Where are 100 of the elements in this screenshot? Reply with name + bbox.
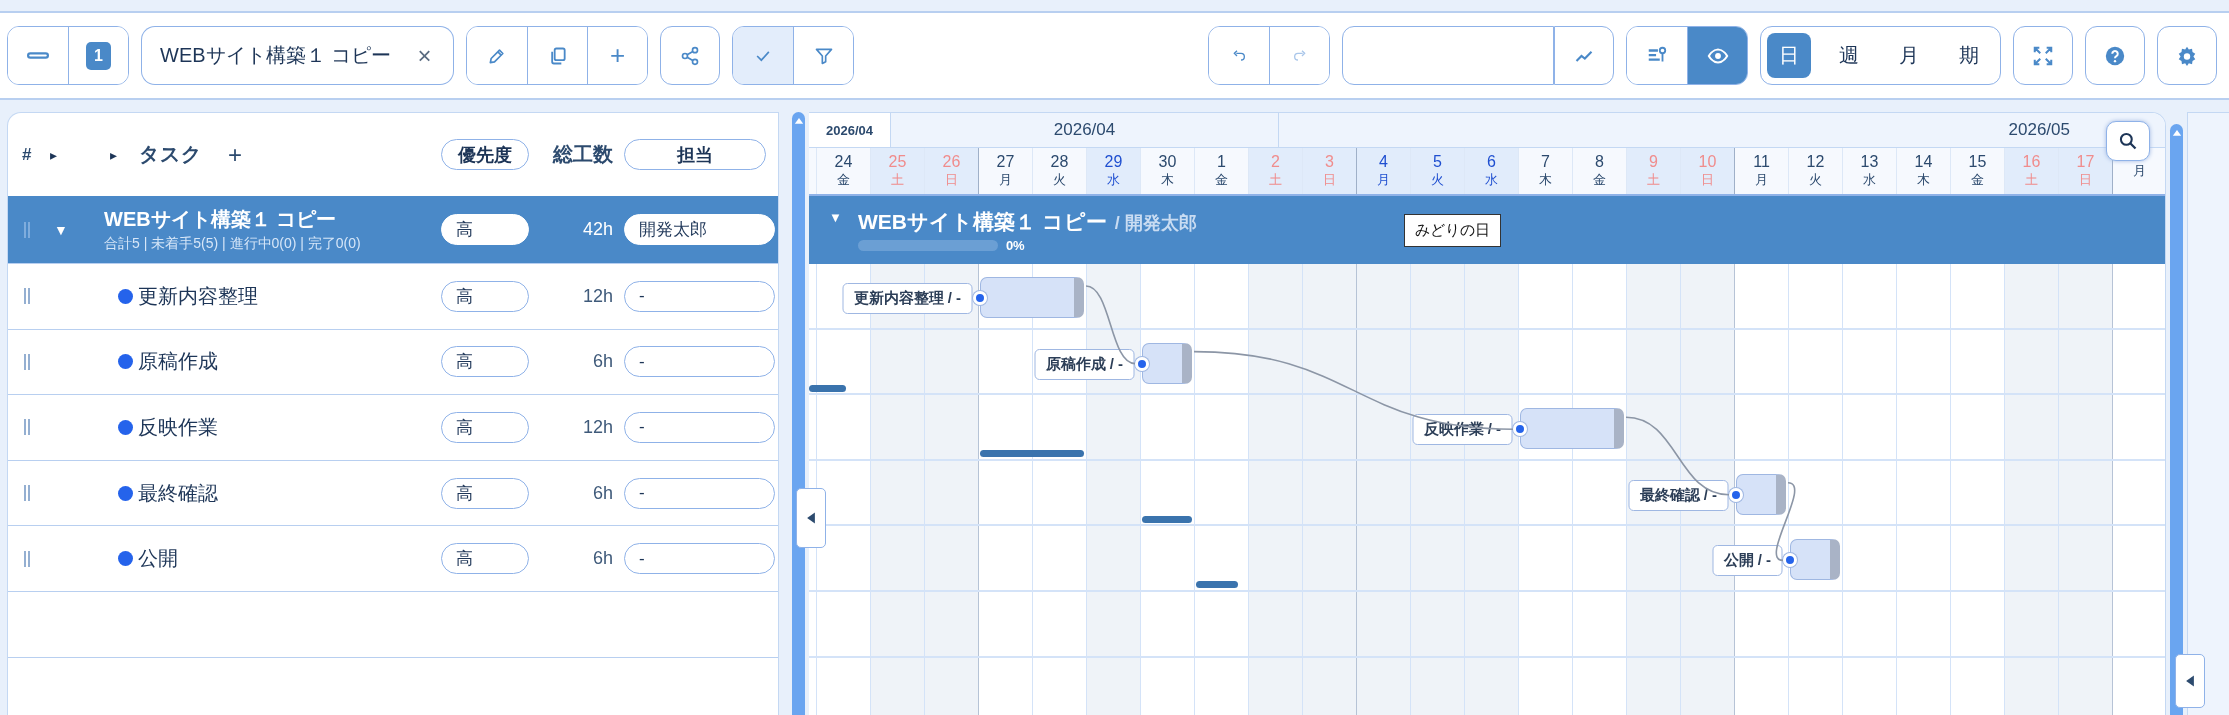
- task-label[interactable]: 更新内容整理 / -: [842, 283, 972, 314]
- scale-tab[interactable]: 日: [1767, 33, 1811, 78]
- weekday-label: 火: [1431, 171, 1444, 189]
- drag-handle-icon: [22, 548, 32, 569]
- add-button[interactable]: +: [587, 27, 647, 84]
- priority-field[interactable]: 高: [441, 280, 529, 312]
- search-button[interactable]: [2106, 121, 2150, 161]
- day-number: 13: [1860, 153, 1879, 171]
- day-number: 28: [1050, 153, 1069, 171]
- priority-field[interactable]: 高: [441, 477, 529, 509]
- day-number: 16: [2022, 153, 2041, 171]
- day-number: 26: [942, 153, 961, 171]
- assignee-field[interactable]: -: [624, 412, 775, 443]
- effort-value: 6h: [592, 482, 613, 504]
- group-title: WEBサイト構築１ コピー: [104, 207, 337, 232]
- expand-all-button[interactable]: ▸: [50, 146, 57, 163]
- task-label[interactable]: 原稿作成 / -: [1034, 348, 1134, 380]
- effort-value: 12h: [582, 285, 613, 307]
- drag-handle-icon: [22, 219, 32, 240]
- day-number: 8: [1595, 153, 1604, 171]
- task-name[interactable]: 最終確認: [138, 479, 218, 507]
- scrollbar[interactable]: [792, 112, 805, 715]
- help-icon: [2104, 44, 2126, 67]
- check-button[interactable]: [733, 27, 793, 84]
- weekday-label: 木: [1539, 171, 1552, 189]
- assignee-field[interactable]: -: [624, 280, 775, 312]
- task-bar[interactable]: [1790, 539, 1840, 581]
- weekday-label: 日: [945, 171, 958, 189]
- day-number: 11: [1753, 153, 1770, 171]
- effort-value: 6h: [592, 548, 613, 570]
- baseline-bar: [1196, 581, 1238, 589]
- effort-value: 42h: [582, 219, 613, 240]
- weekday-label: 土: [2025, 171, 2038, 189]
- sort-button[interactable]: 担当: [624, 139, 766, 170]
- priority-field[interactable]: 高: [441, 412, 529, 443]
- collapse-toggle[interactable]: ▼: [829, 210, 842, 225]
- task-label[interactable]: 公開 / -: [1712, 545, 1782, 577]
- column-heading: タスク: [139, 142, 202, 167]
- priority-field[interactable]: 高: [441, 543, 529, 575]
- task-bar[interactable]: [1142, 342, 1192, 384]
- add-task-button[interactable]: +: [228, 140, 242, 169]
- filter-button[interactable]: [793, 27, 853, 84]
- task-bar[interactable]: [1520, 408, 1624, 450]
- expand-button[interactable]: ▸: [110, 146, 117, 163]
- weekday-label: 土: [1647, 171, 1660, 189]
- link-handle[interactable]: [1783, 553, 1797, 568]
- priority-field[interactable]: 高: [441, 346, 529, 378]
- fullscreen-button[interactable]: [2013, 26, 2073, 85]
- day-number: 25: [888, 153, 907, 171]
- task-name[interactable]: 更新内容整理: [138, 282, 258, 310]
- view-toggle-button[interactable]: [1687, 27, 1747, 84]
- day-number: 2: [1271, 153, 1280, 171]
- link-handle[interactable]: [973, 291, 987, 305]
- link-handle[interactable]: [1513, 422, 1527, 437]
- settings-button[interactable]: [2157, 26, 2217, 85]
- page-number-badge: 1: [86, 41, 111, 70]
- task-name[interactable]: 原稿作成: [138, 348, 218, 376]
- day-number: 7: [1541, 153, 1550, 171]
- month-label: 2026/05: [2008, 120, 2070, 140]
- task-bar[interactable]: [1736, 473, 1786, 515]
- assignee-field[interactable]: -: [624, 543, 775, 575]
- link-handle[interactable]: [1135, 356, 1149, 371]
- day-number: 30: [1158, 153, 1177, 171]
- day-number: 15: [1968, 153, 1987, 171]
- expand-panel-button[interactable]: [2175, 654, 2205, 708]
- project-title: WEBサイト構築１ コピー: [857, 208, 1107, 235]
- collapse-toggle[interactable]: ▼: [54, 221, 68, 238]
- minus-icon: [27, 52, 49, 59]
- assignee-field[interactable]: -: [624, 346, 775, 378]
- help-button[interactable]: [2085, 26, 2145, 85]
- weekday-label: 月: [1377, 171, 1390, 189]
- task-label[interactable]: 最終確認 / -: [1628, 479, 1728, 511]
- weekday-label: 水: [1485, 171, 1498, 189]
- sort-button[interactable]: 優先度: [441, 139, 529, 170]
- page-button[interactable]: 1: [68, 27, 128, 84]
- day-number: 5: [1433, 153, 1442, 171]
- weekday-label: 月: [2133, 162, 2146, 180]
- assignee-field[interactable]: -: [624, 477, 775, 509]
- scrollbar[interactable]: [2170, 124, 2183, 715]
- weekday-label: 金: [837, 171, 850, 189]
- link-handle[interactable]: [1729, 487, 1743, 502]
- fullscreen-icon: [2032, 44, 2054, 67]
- chart-button[interactable]: [1554, 26, 1614, 85]
- day-number: 14: [1914, 153, 1933, 171]
- baseline-bar: [1142, 515, 1192, 523]
- weekday-label: 月: [1755, 171, 1768, 189]
- day-number: 27: [996, 153, 1015, 171]
- column-heading: 総工数: [553, 142, 613, 167]
- weekday-label: 金: [1215, 171, 1228, 189]
- priority-field[interactable]: 高: [441, 214, 529, 245]
- weekday-label: 金: [1971, 171, 1984, 189]
- share-button[interactable]: [660, 26, 720, 85]
- task-name[interactable]: 反映作業: [138, 414, 218, 441]
- group-row[interactable]: ▼ WEBサイト構築１ コピー 合計5 | 未着手5(5) | 進行中0(0) | 完了0(0) 高 42h 開発太郎: [8, 196, 778, 264]
- drag-handle-icon: [22, 483, 32, 504]
- text-field[interactable]: [1342, 26, 1554, 85]
- collapse-panel-button[interactable]: [796, 488, 826, 548]
- assignee-field[interactable]: 開発太郎: [624, 214, 775, 245]
- month-label: 2026/04: [1053, 120, 1116, 140]
- task-name[interactable]: 公開: [138, 545, 178, 573]
